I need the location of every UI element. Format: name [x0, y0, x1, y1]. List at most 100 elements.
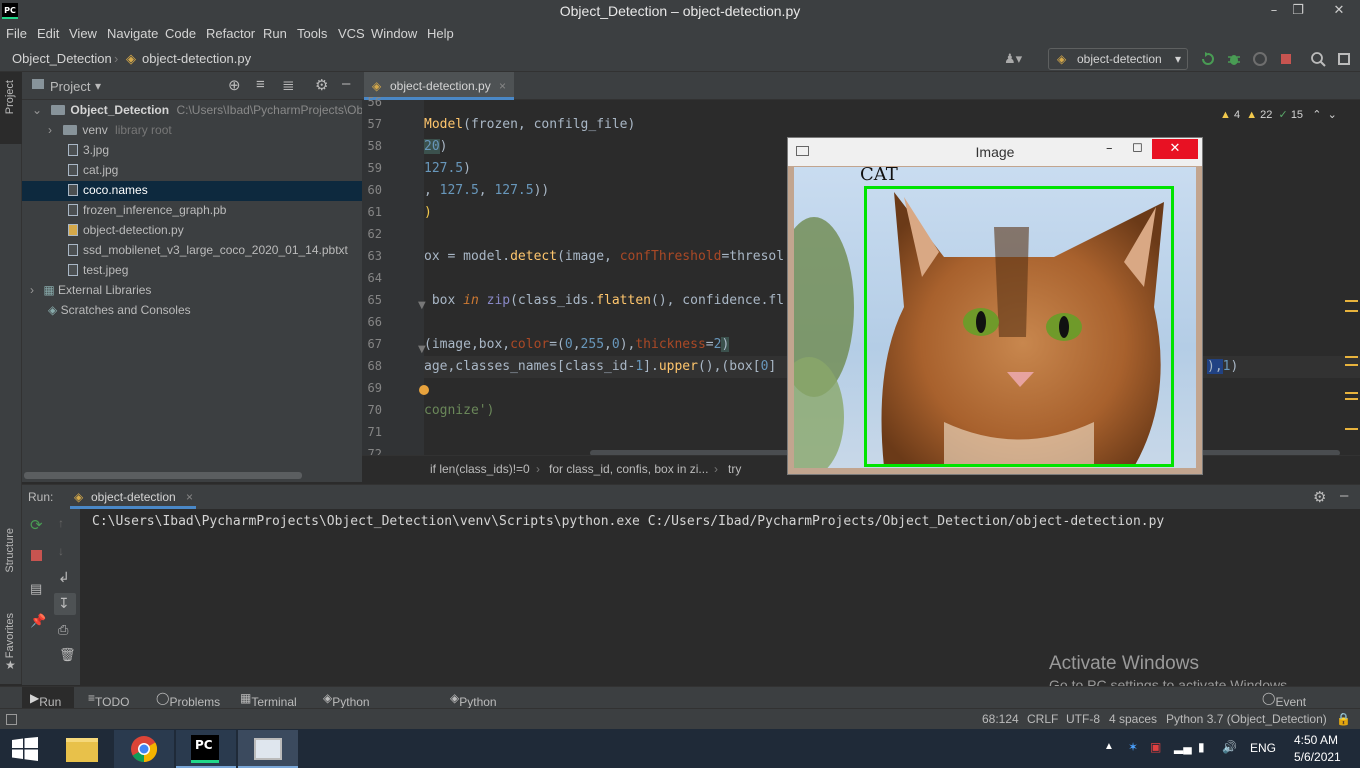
pycharm-app[interactable]: PC: [176, 730, 236, 768]
language-indicator[interactable]: ENG: [1250, 741, 1276, 755]
project-tool-tab[interactable]: Project: [0, 72, 22, 144]
lock-icon[interactable]: 🔒: [1336, 712, 1351, 726]
signal-icon[interactable]: ▂▄: [1174, 740, 1192, 754]
run-output-line[interactable]: C:\Users\Ibad\PycharmProjects\Object_Det…: [92, 514, 1164, 529]
tree-item-scratches[interactable]: ◈ Scratches and Consoles: [48, 303, 191, 317]
gear-icon[interactable]: ⚙: [1313, 488, 1326, 506]
close-icon[interactable]: ×: [499, 72, 506, 100]
breadcrumb-file[interactable]: object-detection.py: [142, 51, 251, 66]
image-window-app[interactable]: [238, 730, 298, 768]
error-stripe-mark[interactable]: [1345, 428, 1358, 430]
code-line-70[interactable]: cognize'): [424, 403, 494, 418]
tool-tab-python-packages[interactable]: ◈ Python Packages: [323, 691, 385, 723]
arrow-down-icon[interactable]: ↓: [58, 544, 64, 558]
rerun-icon[interactable]: ⟳: [30, 516, 43, 534]
tree-item-external-libraries[interactable]: › ▦ External Libraries: [30, 283, 151, 297]
error-stripe-mark[interactable]: [1345, 364, 1358, 366]
tool-tab-problems[interactable]: ◯ Problems: [156, 691, 220, 709]
caret-position[interactable]: 68:124: [982, 712, 1019, 726]
menu-file[interactable]: File: [6, 26, 27, 41]
error-stripe-mark[interactable]: [1345, 392, 1358, 394]
line-separator[interactable]: CRLF: [1027, 712, 1058, 726]
hide-icon[interactable]: –: [342, 75, 350, 92]
menu-code[interactable]: Code: [165, 26, 196, 41]
tree-item-venv[interactable]: › venv library root: [48, 123, 172, 137]
maximize-button[interactable]: ❐: [1287, 1, 1309, 21]
favorites-tool-tab[interactable]: Favorites: [4, 613, 16, 658]
rerun-icon[interactable]: [1200, 51, 1216, 67]
python-interpreter[interactable]: Python 3.7 (Object_Detection): [1166, 712, 1327, 726]
menu-window[interactable]: Window: [371, 26, 417, 41]
tree-item-test-jpeg[interactable]: test.jpeg: [68, 263, 128, 277]
stop-icon[interactable]: [1278, 51, 1294, 67]
horizontal-scrollbar[interactable]: [24, 472, 302, 479]
stop-icon[interactable]: [31, 550, 42, 561]
chevron-up-icon[interactable]: ⌃: [1312, 109, 1321, 121]
error-stripe-mark[interactable]: [1345, 300, 1358, 302]
maximize-button[interactable]: ◻: [1132, 140, 1143, 155]
code-line-63[interactable]: ox = model.detect(image, confThreshold=t…: [424, 249, 784, 264]
event-log-button[interactable]: ◯ Event Log: [1262, 691, 1306, 723]
windows-start-icon[interactable]: [12, 737, 38, 761]
code-line-68[interactable]: age,classes_names[class_id-1].upper(),(b…: [424, 359, 776, 374]
inspection-widget[interactable]: ▲ 4 ▲ 22 ✓ 15 ⌃ ⌄: [1220, 108, 1337, 121]
debug-icon[interactable]: [1226, 51, 1242, 67]
tree-item-coco-names[interactable]: coco.names: [68, 183, 148, 197]
close-button[interactable]: ✕: [1328, 1, 1350, 21]
print-icon[interactable]: ⎙: [58, 622, 68, 638]
tool-tab-run[interactable]: ▶ Run: [30, 691, 61, 709]
network-icon[interactable]: ▣: [1150, 740, 1161, 754]
indent-setting[interactable]: 4 spaces: [1109, 712, 1157, 726]
tree-item-catjpg[interactable]: cat.jpg: [68, 163, 118, 177]
locate-icon[interactable]: ⊕: [228, 76, 241, 94]
menu-view[interactable]: View: [69, 26, 97, 41]
menu-vcs[interactable]: VCS: [338, 26, 365, 41]
tool-tab-terminal[interactable]: ▦ Terminal: [240, 691, 297, 709]
battery-icon[interactable]: ▮: [1198, 740, 1205, 754]
volume-icon[interactable]: 🔊: [1222, 740, 1237, 754]
pin-icon[interactable]: 📌: [30, 613, 46, 629]
code-line-57[interactable]: Model(frozen, confilg_file): [424, 117, 635, 132]
project-panel-title[interactable]: Project: [50, 79, 90, 94]
image-window[interactable]: Image – ◻ ✕ CAT: [787, 137, 1203, 475]
layout-icon[interactable]: ▤: [30, 581, 42, 597]
code-line-59[interactable]: 127.5): [424, 161, 471, 176]
trash-icon[interactable]: 🗑: [59, 647, 76, 663]
file-explorer-app[interactable]: [52, 730, 112, 768]
close-icon[interactable]: ×: [186, 490, 193, 504]
soft-wrap-icon[interactable]: ↲: [58, 569, 70, 586]
tree-item-frozen-graph[interactable]: frozen_inference_graph.pb: [68, 203, 226, 217]
minimize-button[interactable]: –: [1263, 1, 1285, 21]
tool-tab-todo[interactable]: ≡ TODO: [88, 691, 129, 709]
tree-item-object-detection[interactable]: object-detection.py: [68, 223, 184, 237]
user-icon[interactable]: ♟▾: [1004, 51, 1022, 67]
code-line-60[interactable]: , 127.5, 127.5)): [424, 183, 549, 198]
error-stripe-mark[interactable]: [1345, 398, 1358, 400]
clock-time[interactable]: 4:50 AM: [1294, 733, 1338, 747]
code-line-67[interactable]: (image,box,color=(0,255,0),thickness=2): [424, 337, 730, 352]
run-tab[interactable]: object-detection: [91, 490, 176, 504]
tree-item-pbtxt[interactable]: ssd_mobilenet_v3_large_coco_2020_01_14.p…: [68, 243, 348, 257]
layout-toggle-icon[interactable]: [6, 714, 17, 725]
expand-all-icon[interactable]: ≡: [256, 76, 265, 93]
tree-root[interactable]: ⌄ Object_Detection C:\Users\Ibad\Pycharm…: [32, 103, 373, 117]
code-line-65[interactable]: box in zip(class_ids.flatten(), confiden…: [424, 293, 784, 308]
file-encoding[interactable]: UTF-8: [1066, 712, 1100, 726]
minimize-button[interactable]: –: [1106, 141, 1113, 156]
error-stripe-mark[interactable]: [1345, 310, 1358, 312]
tree-item-3jpg[interactable]: 3.jpg: [68, 143, 109, 157]
code-line-58[interactable]: 20): [424, 139, 447, 154]
chevron-up-icon[interactable]: ▲: [1104, 741, 1114, 752]
code-breadcrumb-item[interactable]: for class_id, confis, box in zi...: [549, 462, 708, 476]
menu-edit[interactable]: Edit: [37, 26, 59, 41]
code-breadcrumb-item[interactable]: try: [728, 462, 741, 476]
editor-tab-object-detection[interactable]: ◈ object-detection.py ×: [364, 72, 514, 100]
menu-refactor[interactable]: Refactor: [206, 26, 255, 41]
hide-icon[interactable]: –: [1340, 487, 1348, 504]
chevron-down-icon[interactable]: ▾: [95, 79, 101, 93]
search-icon[interactable]: [1310, 51, 1326, 67]
gear-icon[interactable]: ⚙: [315, 76, 328, 94]
chevron-down-icon[interactable]: ⌄: [1328, 109, 1337, 121]
coverage-icon[interactable]: [1252, 51, 1268, 67]
code-breadcrumb-item[interactable]: if len(class_ids)!=0: [430, 462, 530, 476]
